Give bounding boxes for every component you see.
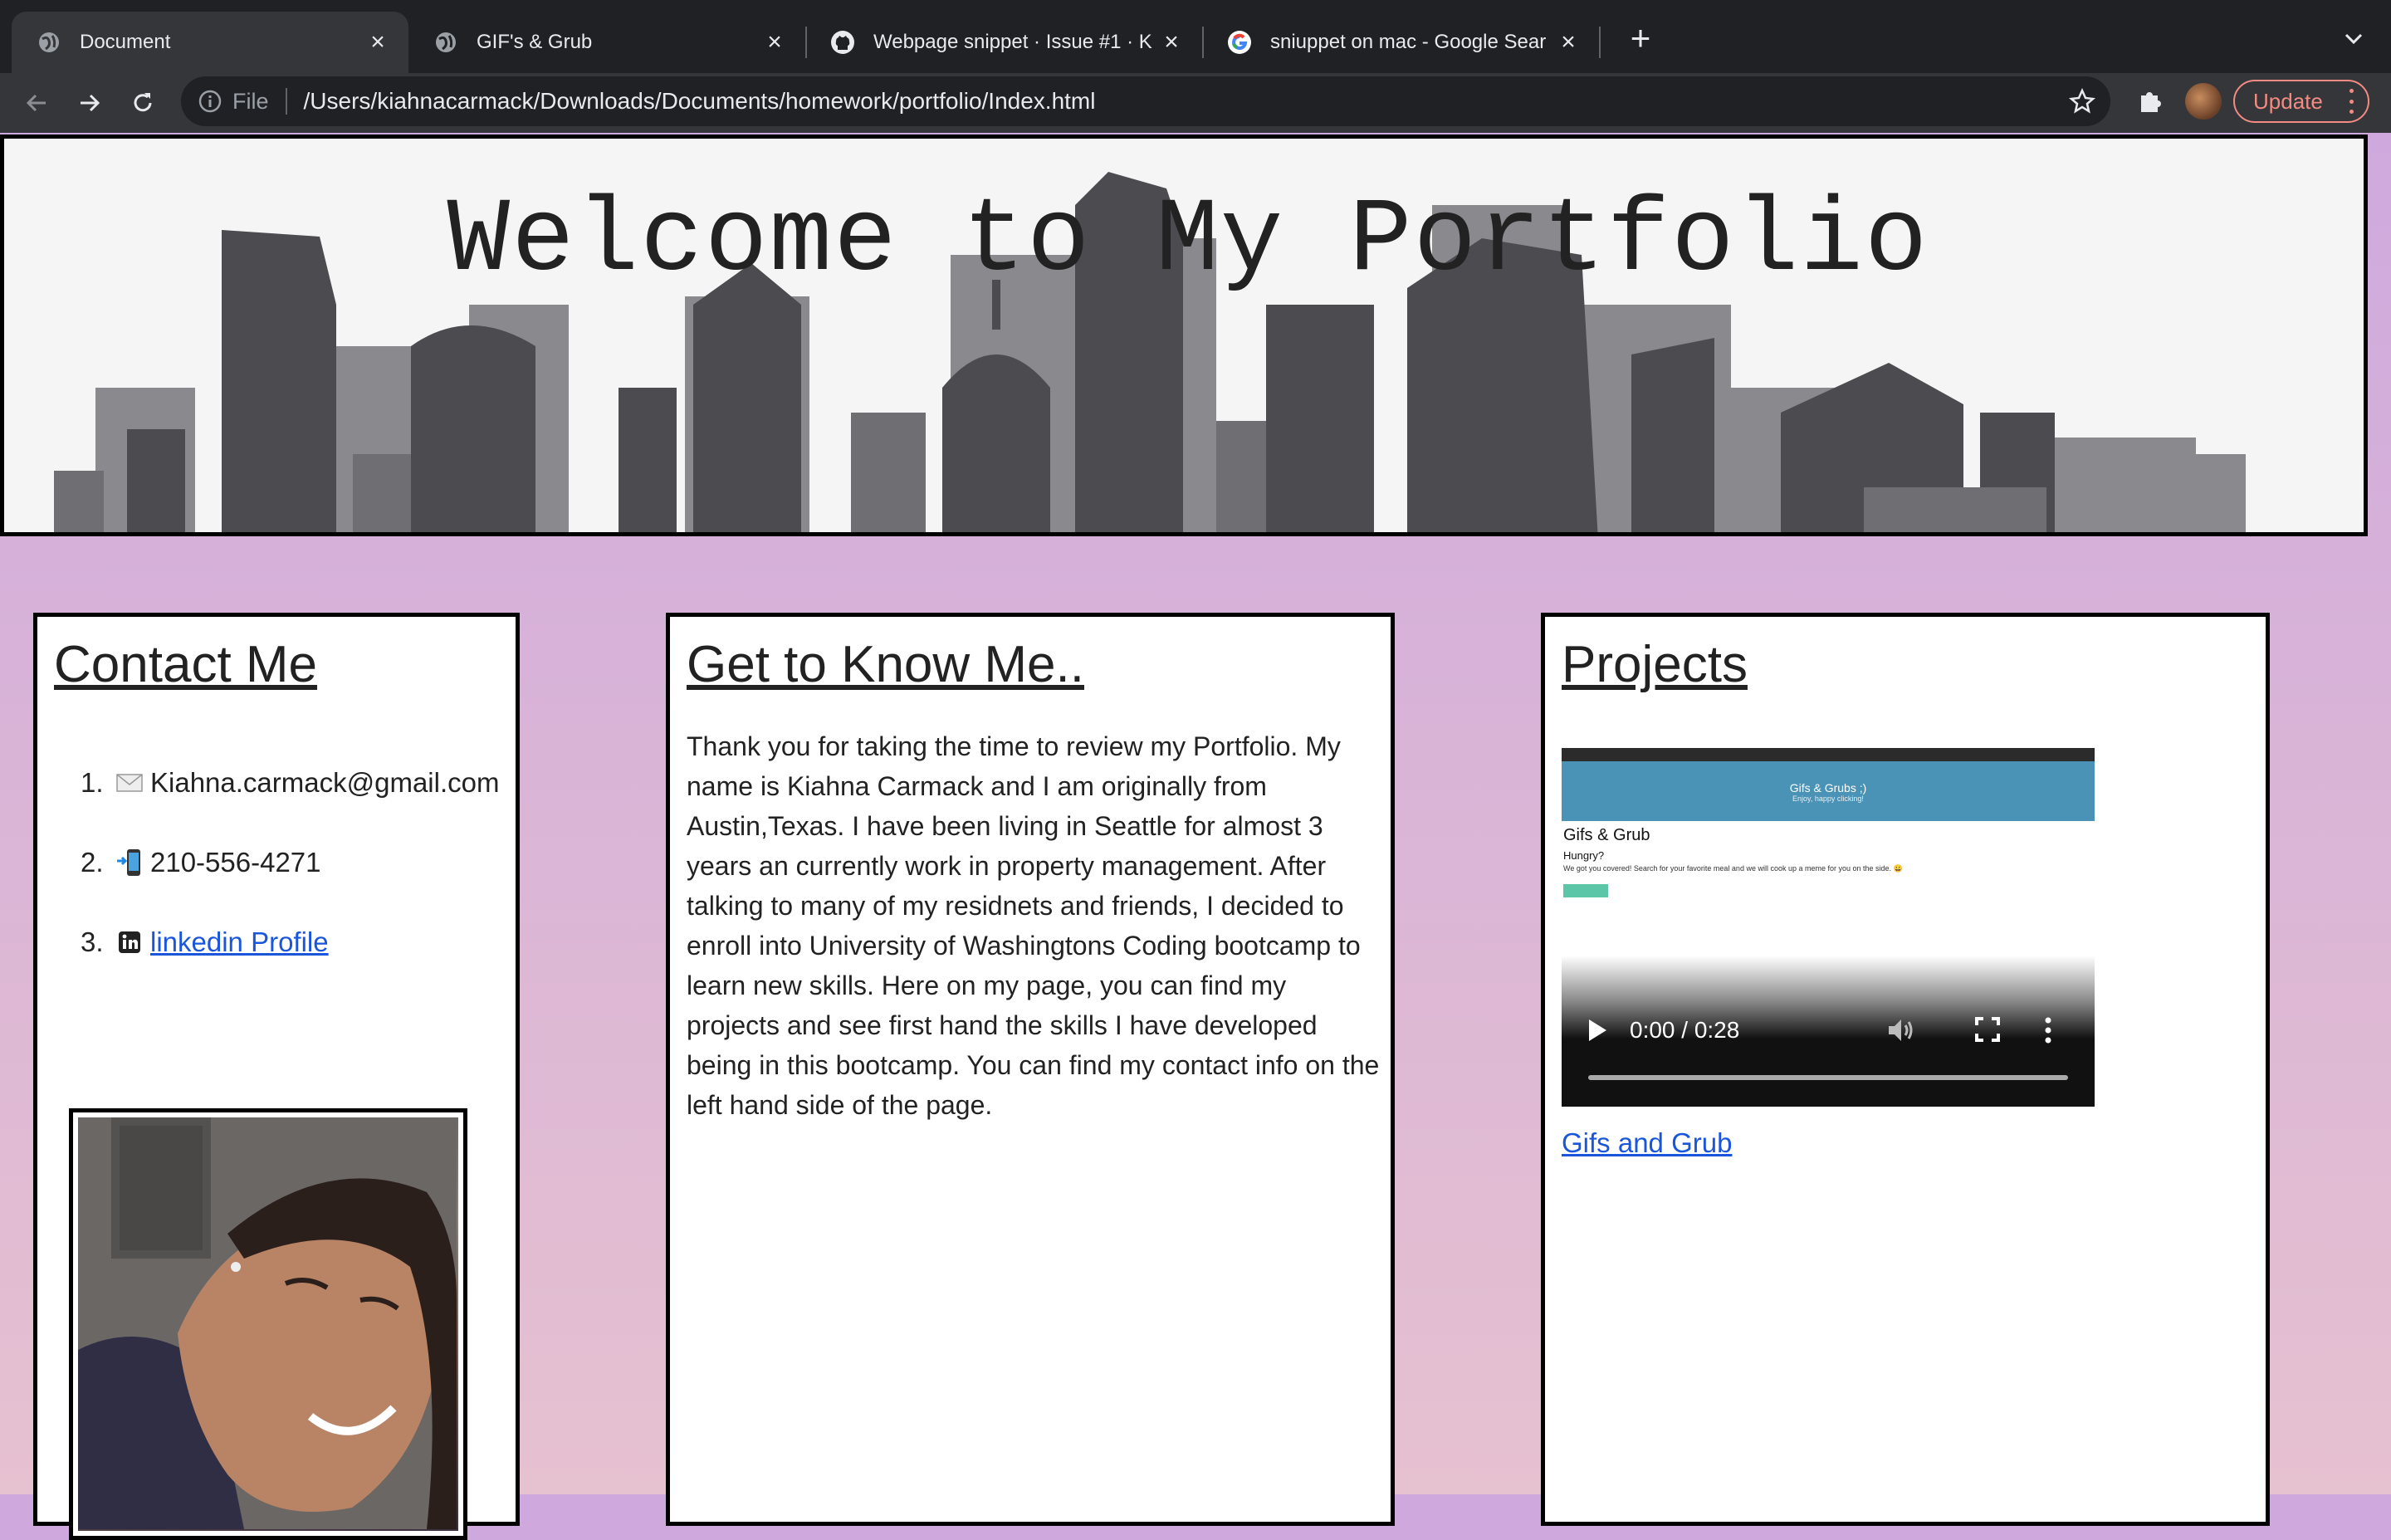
video-frame-banner: Gifs & Grubs ;) Enjoy, happy clicking! [1562,761,2095,821]
contact-item-phone: 2. 210-556-4271 [81,823,499,902]
video-frame-banner-subtitle: Enjoy, happy clicking! [1792,794,1864,803]
tab-title: GIF's & Grub [477,31,593,53]
video-frame-banner-title: Gifs & Grubs ;) [1789,781,1867,794]
close-icon[interactable]: × [1159,28,1184,56]
page-title: Welcome to My Portfolio [447,182,1929,301]
email-text: Kiahna.carmack@gmail.com [150,767,500,798]
forward-arrow-icon[interactable] [71,85,108,121]
list-number: 3. [81,926,104,957]
extensions-puzzle-icon[interactable] [2132,83,2169,120]
video-frame-page-title: Gifs & Grub [1563,826,1650,844]
gifs-and-grub-link[interactable]: Gifs and Grub [1562,1127,1732,1159]
list-number: 2. [81,847,104,878]
profile-avatar[interactable] [2185,83,2222,120]
tab-title: sniuppet on mac - Google Sear [1270,31,1547,53]
contact-item-email: 1. Kiahna.carmack@gmail.com [81,743,499,823]
video-frame-button [1563,884,1608,897]
contact-item-linkedin: 3. linkedin Profile [81,902,499,982]
video-time: 0:00 / 0:28 [1630,1017,1740,1043]
video-controls: 0:00 / 0:28 [1562,1005,2095,1055]
tab-document[interactable]: Document × [12,12,408,73]
about-paragraph: Thank you for taking the time to review … [687,731,1380,1120]
tab-google-search[interactable]: sniuppet on mac - Google Sear × [1202,12,1599,73]
globe-icon [433,30,458,55]
close-icon[interactable]: × [365,28,390,56]
url-text[interactable]: /Users/kiahnacarmack/Downloads/Documents… [304,88,2067,115]
projects-heading: Projects [1562,636,1748,693]
page-viewport: Welcome to My Portfolio Contact Me 1. Ki… [0,133,2391,1540]
about-heading: Get to Know Me.. [687,636,1084,693]
info-icon[interactable] [198,89,222,114]
about-card: Get to Know Me.. Thank you for taking th… [666,613,1395,1526]
update-label: Update [2253,88,2323,114]
fullscreen-icon[interactable] [1975,1017,2000,1046]
profile-photo [78,1117,458,1531]
projects-card: Projects Gifs & Grubs ;) Enjoy, happy cl… [1541,613,2270,1526]
list-number: 1. [81,767,104,798]
tab-divider [1599,27,1601,58]
back-arrow-icon[interactable] [18,85,55,121]
new-tab-button[interactable]: + [1622,18,1659,57]
hero-banner: Welcome to My Portfolio [0,134,2368,536]
more-vert-icon[interactable] [2043,1017,2053,1048]
phone-text: 210-556-4271 [150,847,321,878]
profile-photo-frame [69,1108,467,1540]
play-icon[interactable] [1587,1018,1611,1043]
scheme-label: File [232,88,269,114]
tab-title: Webpage snippet · Issue #1 · K [873,31,1152,53]
bookmark-star-icon[interactable] [2067,86,2097,116]
video-frame-browser-bar [1562,748,2095,761]
contact-heading: Contact Me [54,636,318,693]
update-button[interactable]: Update [2233,80,2369,123]
close-icon[interactable]: × [1556,28,1581,56]
tab-strip: Document × GIF's & Grub × Webpage snippe… [0,0,2391,73]
omnibox-divider [285,88,287,115]
github-icon [830,30,855,55]
close-icon[interactable]: × [762,28,787,56]
tab-search-chevron-icon[interactable] [2340,25,2368,53]
more-vert-icon[interactable] [2346,89,2356,114]
address-bar[interactable]: File /Users/kiahnacarmack/Downloads/Docu… [181,76,2110,126]
linkedin-profile-link[interactable]: linkedin Profile [150,926,329,958]
contact-card: Contact Me 1. Kiahna.carmack@gmail.com 2… [33,613,520,1540]
google-icon [1227,30,1252,55]
video-frame-hungry: Hungry? [1563,849,1605,862]
video-frame-text: We got you covered! Search for your favo… [1563,864,1903,873]
tab-github-issue[interactable]: Webpage snippet · Issue #1 · K × [805,12,1202,73]
project-video-player[interactable]: Gifs & Grubs ;) Enjoy, happy clicking! G… [1562,748,2095,1107]
globe-icon [37,30,61,55]
contact-list: 1. Kiahna.carmack@gmail.com 2. 210-556-4… [81,743,499,982]
tab-title: Document [80,31,171,53]
envelope-icon [114,769,145,797]
volume-icon[interactable] [1887,1017,1915,1048]
tab-gifs-grub[interactable]: GIF's & Grub × [408,12,805,73]
video-progress-bar[interactable] [1588,1075,2068,1080]
reload-icon[interactable] [125,85,161,121]
linkedin-icon [114,928,145,956]
phone-icon [114,848,145,877]
